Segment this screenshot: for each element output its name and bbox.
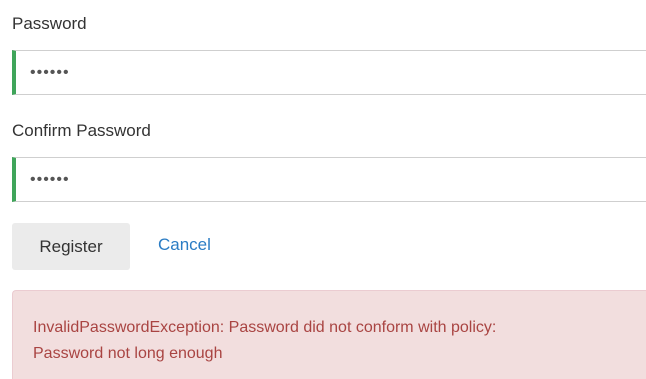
error-message-line1: InvalidPasswordException: Password did n… — [33, 319, 497, 336]
confirm-password-label: Confirm Password — [12, 121, 151, 140]
confirm-password-field[interactable] — [12, 157, 646, 202]
register-form: Password Confirm Password Register Cance… — [0, 0, 646, 379]
password-label: Password — [12, 14, 87, 33]
cancel-link[interactable]: Cancel — [158, 235, 211, 255]
error-message-line2: Password not long enough — [33, 345, 223, 362]
register-button[interactable]: Register — [12, 223, 130, 270]
error-alert: InvalidPasswordException: Password did n… — [12, 290, 646, 379]
password-field[interactable] — [12, 50, 646, 95]
